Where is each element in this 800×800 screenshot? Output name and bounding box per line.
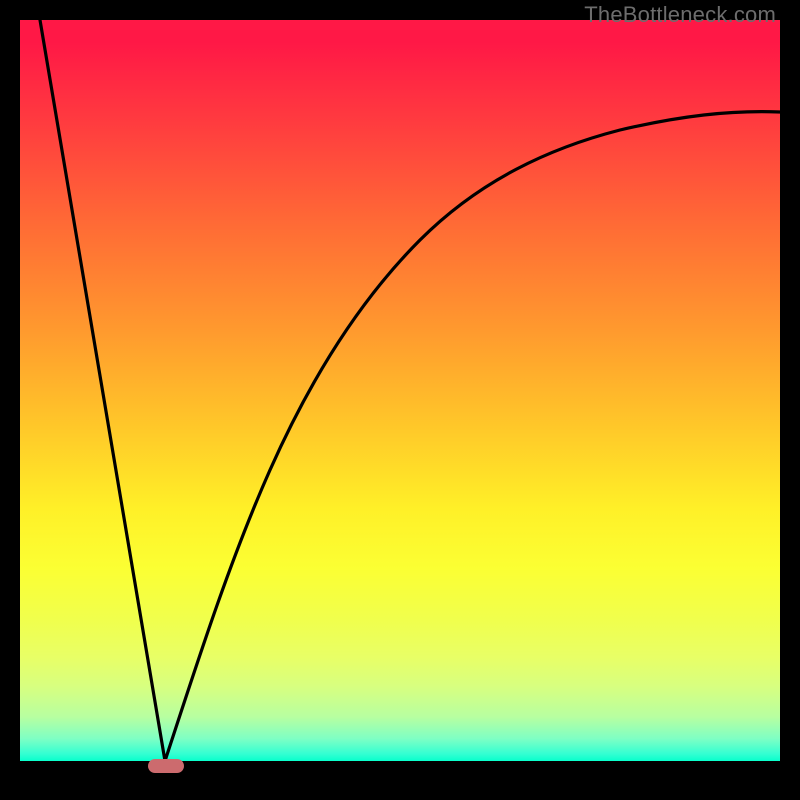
optimal-marker xyxy=(148,759,184,773)
right-curve-path xyxy=(165,112,780,761)
left-descent-path xyxy=(40,20,165,761)
watermark-text: TheBottleneck.com xyxy=(584,2,776,28)
bottleneck-curve xyxy=(20,20,780,780)
plot-frame xyxy=(20,20,780,780)
